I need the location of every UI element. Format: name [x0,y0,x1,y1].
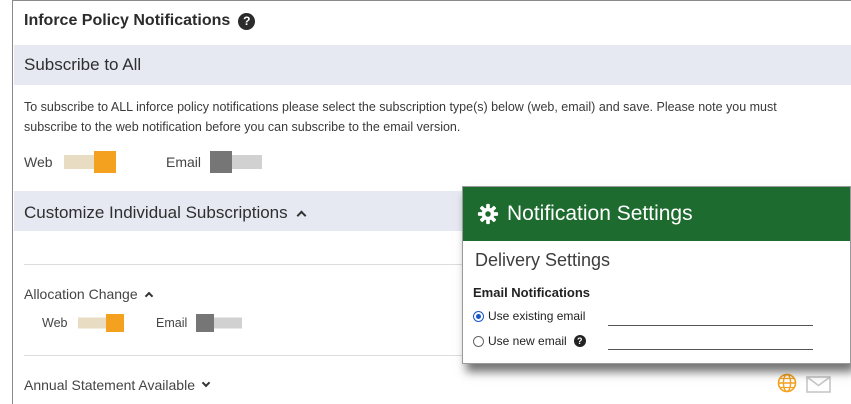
toggle-knob [196,314,214,332]
subscribe-all-heading: Subscribe to All [24,55,142,74]
subscribe-all-description: To subscribe to ALL inforce policy notif… [24,100,777,134]
web-label: Web [42,316,68,330]
subscribe-all-header: Subscribe to All [14,45,851,85]
page-title-text: Inforce Policy Notifications [24,12,231,29]
notification-settings-panel: Notification Settings Delivery Settings … [462,186,851,364]
gear-icon [477,203,499,225]
allocation-change-toggles: Web Email [42,314,242,332]
annual-statement-header[interactable]: Annual Statement Available [24,377,211,393]
existing-email-field[interactable] [608,325,813,326]
mail-icon[interactable] [806,376,831,393]
email-toggle-knob [210,151,232,173]
email-notifications-heading: Email Notifications [473,285,591,300]
chevron-down-icon[interactable] [201,378,211,388]
email-label: Email [166,154,202,170]
chevron-up-icon[interactable] [296,210,307,220]
new-email-label: Use new email [488,334,567,348]
page-title: Inforce Policy Notifications ? [24,12,256,30]
help-icon[interactable]: ? [238,12,256,30]
web-toggle-knob [94,151,116,173]
existing-email-option[interactable]: Use existing email [473,309,585,323]
panel-title: Notification Settings [507,202,693,225]
web-toggle[interactable] [64,151,116,173]
web-label: Web [24,154,53,170]
divider [24,355,464,356]
email-label: Email [156,316,188,330]
existing-email-label: Use existing email [488,309,586,323]
subscribe-all-toggles: Web Email [24,151,262,173]
toggle-knob [106,314,124,332]
allocation-change-label: Allocation Change [24,286,138,302]
allocation-email-toggle[interactable] [196,314,242,332]
customize-heading: Customize Individual Subscriptions [24,203,307,223]
new-email-option[interactable]: Use new email ? [473,334,586,348]
email-toggle[interactable] [210,151,262,173]
help-icon[interactable]: ? [573,335,586,347]
existing-email-radio[interactable] [473,310,484,322]
chevron-up-icon[interactable] [144,291,153,301]
panel-header: Notification Settings [463,187,850,241]
divider [24,264,464,265]
allocation-web-toggle[interactable] [78,314,124,332]
new-email-field[interactable] [608,349,813,350]
customize-heading-text: Customize Individual Subscriptions [24,203,288,222]
allocation-change-header[interactable]: Allocation Change [24,286,153,302]
globe-icon[interactable] [777,373,797,393]
annual-statement-label: Annual Statement Available [24,377,195,393]
panel-subtitle: Delivery Settings [475,250,611,270]
new-email-radio[interactable] [473,335,484,347]
